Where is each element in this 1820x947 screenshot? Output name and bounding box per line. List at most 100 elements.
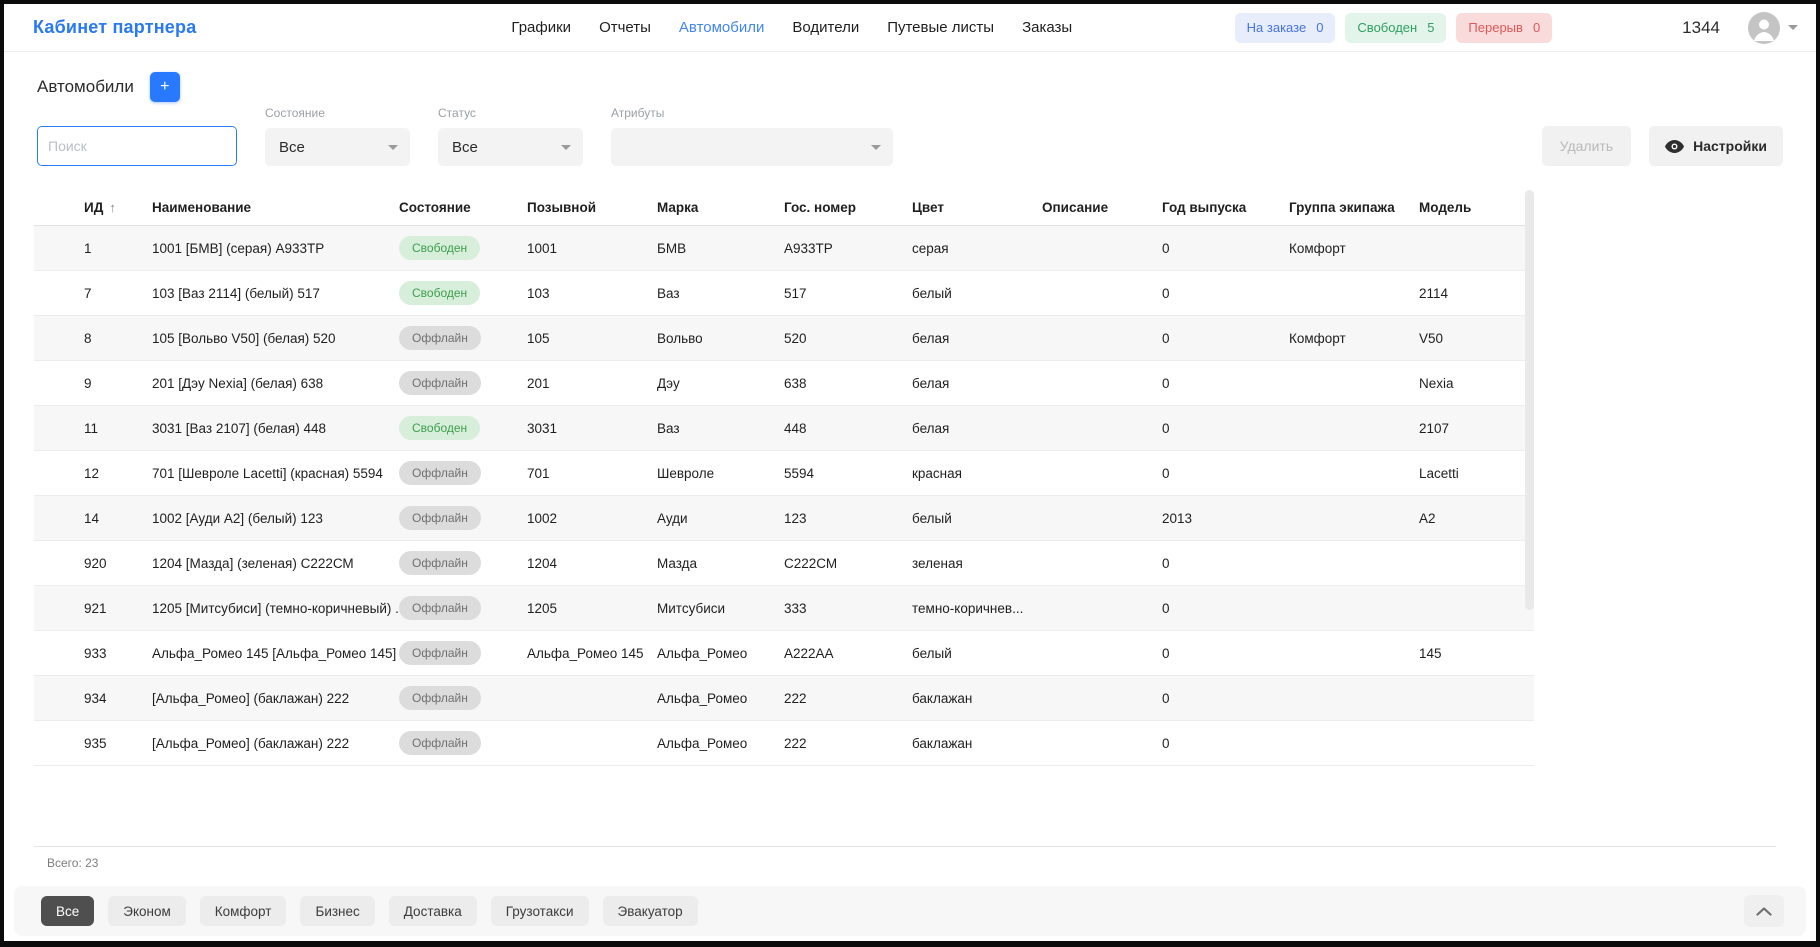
column-header-0[interactable]: ИД↑ (34, 200, 152, 215)
cell-year: 0 (1162, 691, 1289, 706)
driver-status-badges: На заказе0Свободен5Перерыв0 (1235, 13, 1553, 43)
search-input[interactable] (38, 127, 237, 165)
cell-name: [Альфа_Ромео] (баклажан) 222 (152, 736, 399, 751)
chevron-down-icon (871, 145, 881, 150)
collapse-button[interactable] (1744, 895, 1784, 927)
cell-callsign: 1205 (527, 601, 657, 616)
column-header-10[interactable]: Модель (1419, 200, 1534, 215)
table-row[interactable]: 8105 [Вольво V50] (белая) 520Оффлайн105В… (34, 316, 1534, 361)
table-row[interactable]: 9201204 [Мазда] (зеленая) С222СМОффлайн1… (34, 541, 1534, 586)
column-header-3[interactable]: Позывной (527, 200, 657, 215)
table-header-row: ИД↑НаименованиеСостояниеПозывнойМаркаГос… (34, 190, 1534, 226)
cell-name: Альфа_Ромео 145 [Альфа_Ромео 145] (... (152, 646, 399, 661)
cell-callsign: 201 (527, 376, 657, 391)
page-title: Автомобили (37, 77, 134, 97)
category-chip-2[interactable]: Комфорт (200, 896, 287, 926)
cell-year: 0 (1162, 736, 1289, 751)
nav-item-5[interactable]: Заказы (1022, 19, 1072, 36)
column-header-1[interactable]: Наименование (152, 200, 399, 215)
cell-plate: 222 (784, 736, 912, 751)
vehicle-status-pill: Оффлайн (399, 506, 481, 530)
cell-crew_group: Комфорт (1289, 331, 1419, 346)
column-header-9[interactable]: Группа экипажа (1289, 200, 1419, 215)
cell-brand: БМВ (657, 241, 784, 256)
filter-1: СтатусВсе (438, 106, 583, 166)
nav-item-4[interactable]: Путевые листы (887, 19, 994, 36)
cell-id: 11 (34, 421, 152, 436)
category-chip-0[interactable]: Все (41, 896, 94, 926)
table-row[interactable]: 934[Альфа_Ромео] (баклажан) 222ОффлайнАл… (34, 676, 1534, 721)
nav-item-1[interactable]: Отчеты (599, 19, 651, 36)
category-chip-4[interactable]: Доставка (389, 896, 477, 926)
table-row[interactable]: 113031 [Ваз 2107] (белая) 448Свободен303… (34, 406, 1534, 451)
column-header-6[interactable]: Цвет (912, 200, 1042, 215)
filter-select[interactable]: Все (265, 128, 410, 166)
cell-year: 0 (1162, 286, 1289, 301)
table-row[interactable]: 9201 [Дэу Nexia] (белая) 638Оффлайн201Дэ… (34, 361, 1534, 406)
cell-plate: А222АА (784, 646, 912, 661)
cell-brand: Ваз (657, 286, 784, 301)
cell-name: 103 [Ваз 2114] (белый) 517 (152, 286, 399, 301)
header-right: На заказе0Свободен5Перерыв0 1344 (1235, 12, 1798, 44)
user-menu[interactable] (1748, 12, 1798, 44)
table-row[interactable]: 12701 [Шевроле Lacetti] (красная) 5594Оф… (34, 451, 1534, 496)
cell-plate: 222 (784, 691, 912, 706)
status-badge-0: На заказе0 (1235, 13, 1336, 43)
filter-select[interactable]: Все (438, 128, 583, 166)
nav-item-2[interactable]: Автомобили (679, 19, 764, 36)
settings-button[interactable]: Настройки (1649, 126, 1783, 166)
cell-year: 2013 (1162, 511, 1289, 526)
table-scrollbar[interactable] (1525, 190, 1534, 610)
cell-brand: Ауди (657, 511, 784, 526)
category-chip-6[interactable]: Эвакуатор (603, 896, 698, 926)
cell-brand: Альфа_Ромео (657, 691, 784, 706)
vehicle-status-pill: Свободен (399, 236, 480, 260)
column-header-4[interactable]: Марка (657, 200, 784, 215)
cell-name: 1205 [Митсубиси] (темно-коричневый) ... (152, 601, 399, 616)
table-row[interactable]: 11001 [БМВ] (серая) А933ТРСвободен1001БМ… (34, 226, 1534, 271)
cell-model: 2107 (1419, 421, 1534, 436)
table-row[interactable]: 935[Альфа_Ромео] (баклажан) 222ОффлайнАл… (34, 721, 1534, 766)
cell-id: 12 (34, 466, 152, 481)
nav-item-3[interactable]: Водители (792, 19, 859, 36)
category-chip-1[interactable]: Эконом (108, 896, 186, 926)
main-nav: Графики Отчеты Автомобили Водители Путевые л… (511, 19, 1072, 36)
chevron-down-icon (388, 145, 398, 150)
chevron-down-icon (1788, 25, 1798, 30)
cell-status: Оффлайн (399, 551, 527, 575)
scrollbar-thumb[interactable] (1525, 190, 1534, 610)
table-row[interactable]: 933Альфа_Ромео 145 [Альфа_Ромео 145] (..… (34, 631, 1534, 676)
column-header-5[interactable]: Гос. номер (784, 200, 912, 215)
column-header-2[interactable]: Состояние (399, 200, 527, 215)
nav-item-0[interactable]: Графики (511, 19, 571, 36)
cell-name: 105 [Вольво V50] (белая) 520 (152, 331, 399, 346)
column-header-8[interactable]: Год выпуска (1162, 200, 1289, 215)
cell-model: Lacetti (1419, 466, 1534, 481)
cell-status: Оффлайн (399, 506, 527, 530)
cell-color: белый (912, 286, 1042, 301)
cell-year: 0 (1162, 646, 1289, 661)
cell-brand: Альфа_Ромео (657, 646, 784, 661)
cell-color: белая (912, 421, 1042, 436)
table-row[interactable]: 141002 [Ауди A2] (белый) 123Оффлайн1002А… (34, 496, 1534, 541)
cell-plate: 123 (784, 511, 912, 526)
category-chip-3[interactable]: Бизнес (300, 896, 374, 926)
status-badge-2: Перерыв0 (1456, 13, 1552, 43)
filter-select[interactable] (611, 128, 893, 166)
category-chip-5[interactable]: Грузотакси (491, 896, 589, 926)
cell-plate: С222СМ (784, 556, 912, 571)
vehicles-table: ИД↑НаименованиеСостояниеПозывнойМаркаГос… (14, 190, 1806, 766)
column-header-7[interactable]: Описание (1042, 200, 1162, 215)
brand-title[interactable]: Кабинет партнера (33, 17, 196, 38)
delete-button[interactable]: Удалить (1542, 126, 1631, 166)
cell-id: 14 (34, 511, 152, 526)
cell-plate: 517 (784, 286, 912, 301)
add-vehicle-button[interactable]: + (150, 72, 180, 102)
table-row[interactable]: 9211205 [Митсубиси] (темно-коричневый) .… (34, 586, 1534, 631)
cell-name: 701 [Шевроле Lacetti] (красная) 5594 (152, 466, 399, 481)
cell-status: Оффлайн (399, 326, 527, 350)
table-row[interactable]: 7103 [Ваз 2114] (белый) 517Свободен103Ва… (34, 271, 1534, 316)
cell-id: 8 (34, 331, 152, 346)
cell-id: 920 (34, 556, 152, 571)
cell-status: Оффлайн (399, 461, 527, 485)
